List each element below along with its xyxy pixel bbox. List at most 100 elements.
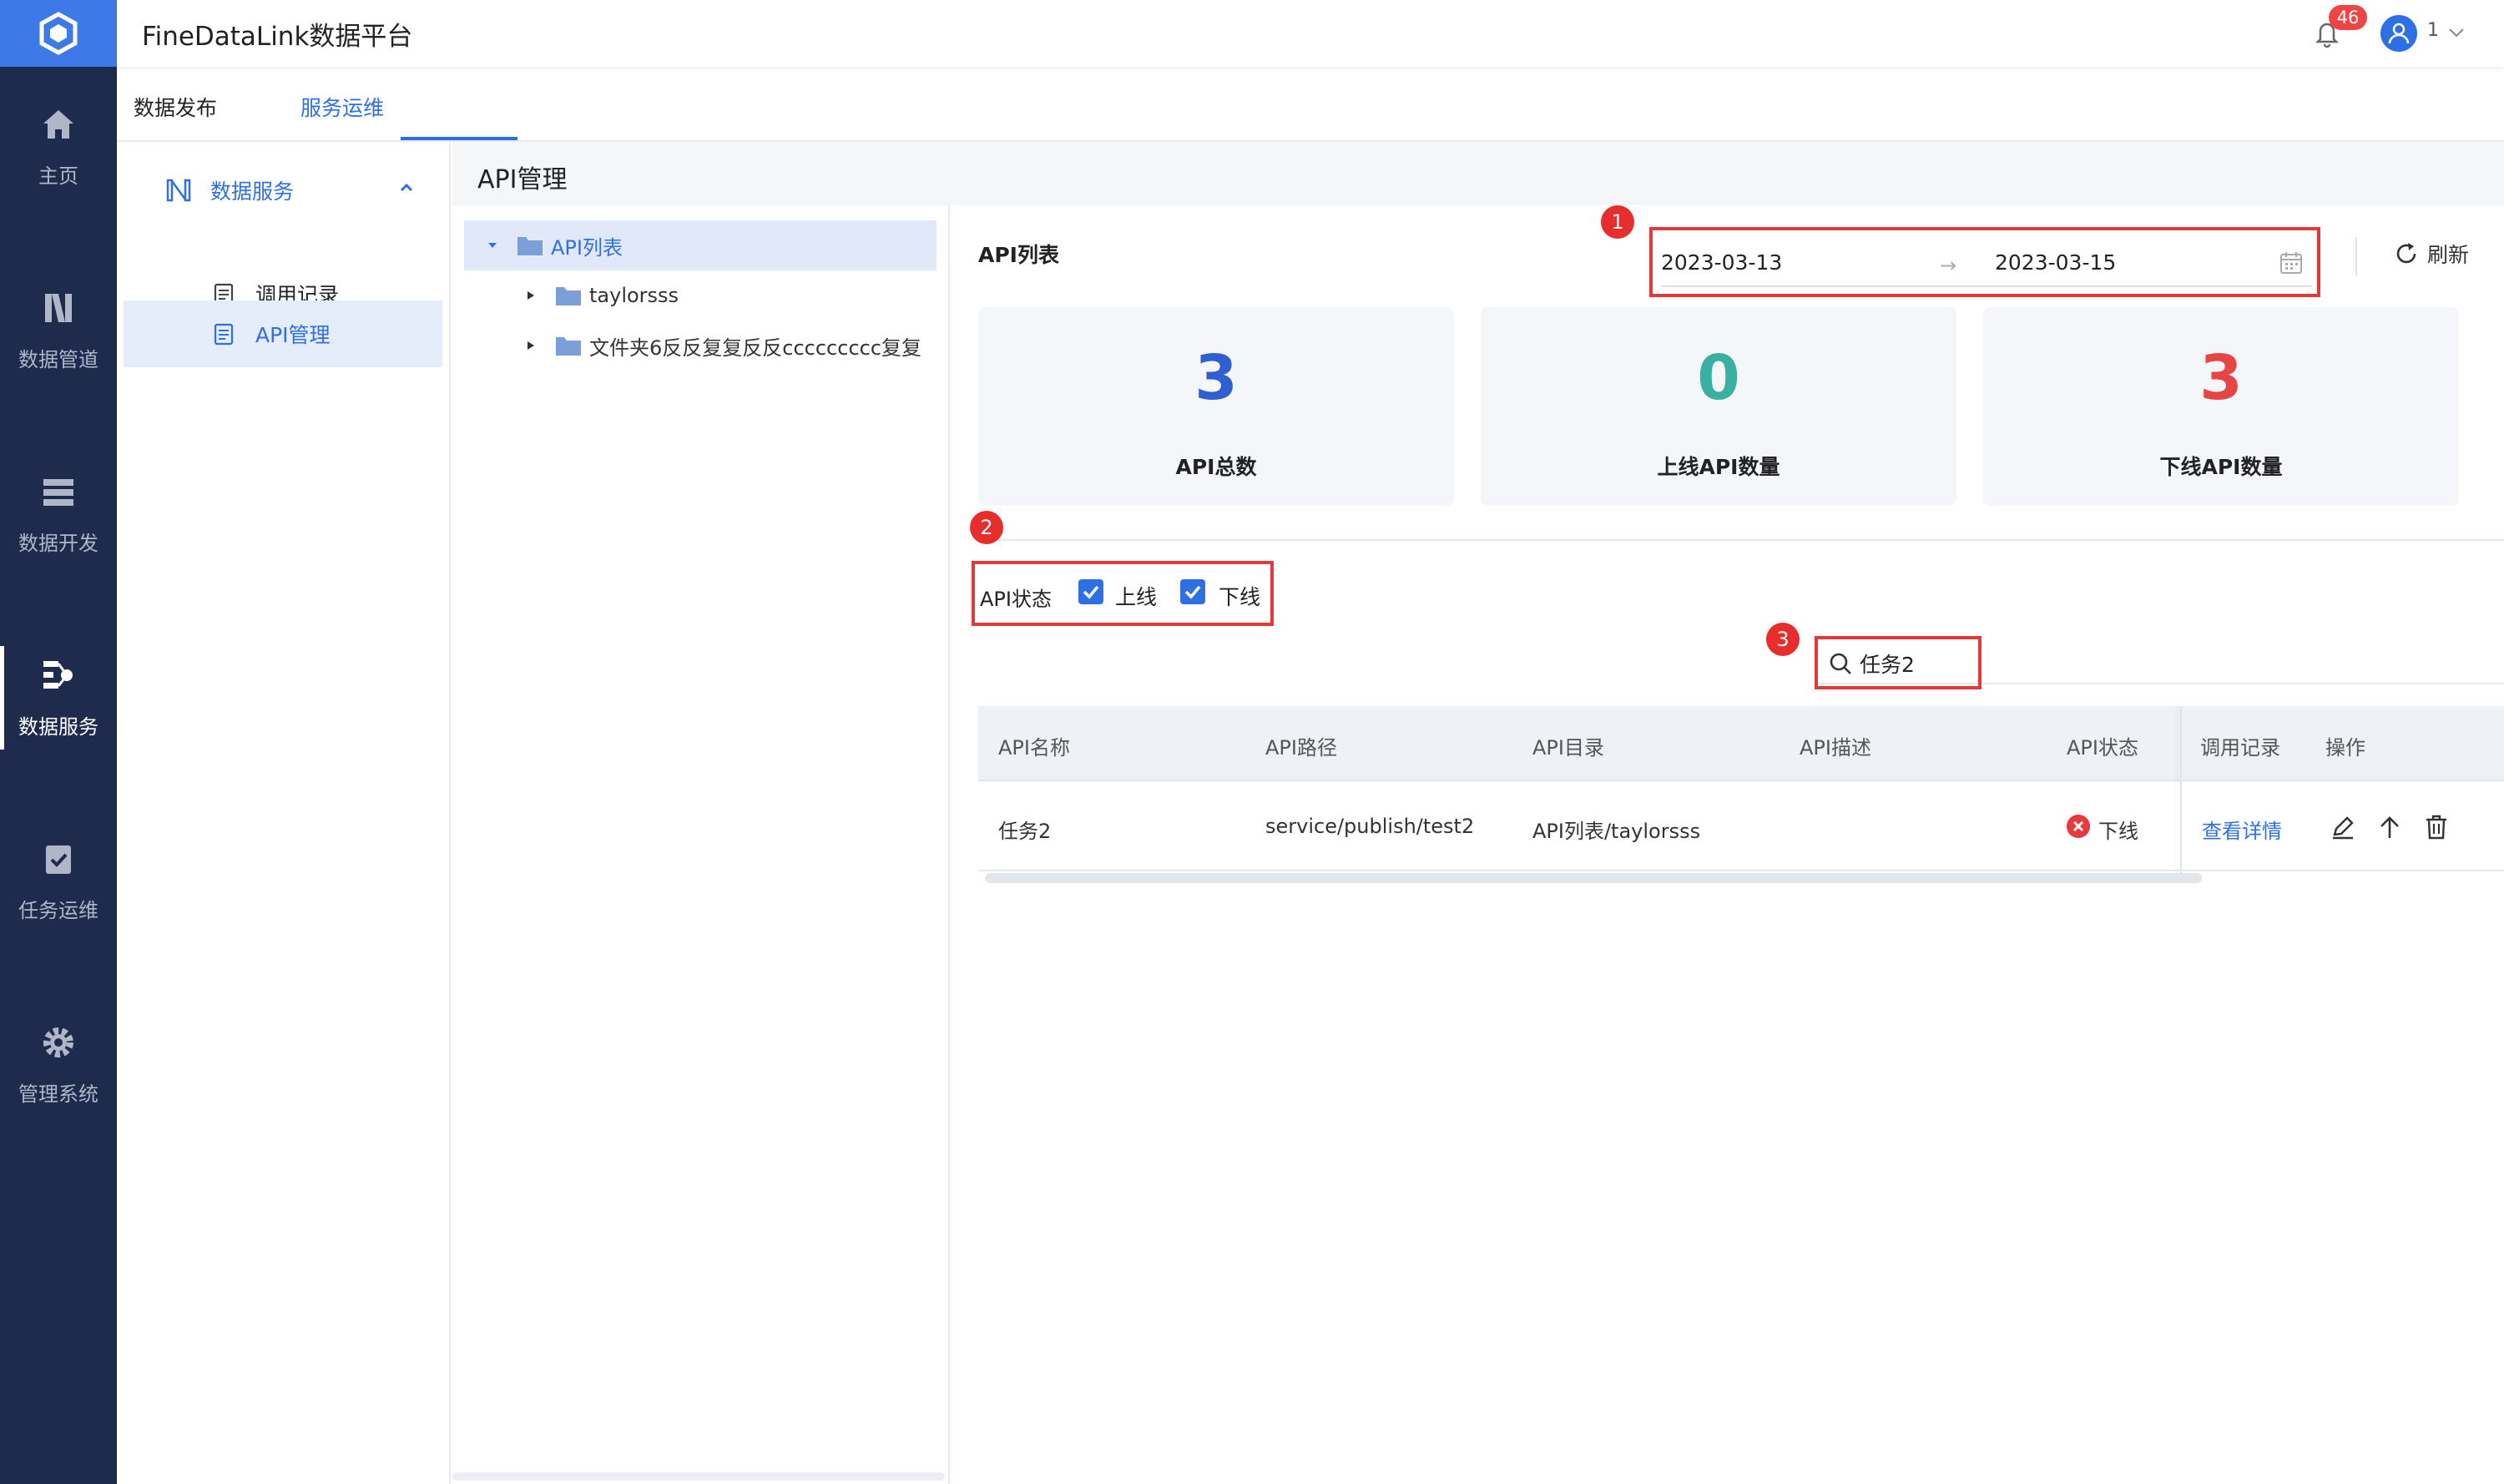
date-arrow: →	[1940, 254, 1957, 277]
calendar-icon[interactable]	[2279, 250, 2304, 275]
column-header-path: API路径	[1265, 736, 1337, 760]
list-doc-icon	[214, 323, 234, 346]
nav-label: 主页	[38, 164, 78, 188]
api-list-panel: API列表 1 2023-03-13 → 2023-03-15 刷新 3 API…	[952, 205, 2504, 1484]
table-horizontal-scrollbar[interactable]	[985, 873, 2202, 883]
notification-badge: 46	[2329, 5, 2367, 30]
status-filter-highlight: API状态 上线 下线	[972, 561, 1274, 626]
nav-item-ops[interactable]: 任务运维	[0, 815, 117, 948]
cell-status: 下线	[2098, 820, 2138, 843]
column-header-actions: 操作	[2325, 736, 2365, 760]
status-filter-label: API状态	[980, 588, 1052, 611]
top-tabs: 数据发布 服务运维	[117, 67, 2504, 142]
caret-right-icon	[528, 341, 534, 350]
header-separator	[2355, 237, 2357, 275]
view-details-link[interactable]: 查看详情	[2202, 815, 2282, 844]
nav-item-home[interactable]: 主页	[0, 80, 117, 214]
secondary-sidebar: 数据服务 调用记录 API管理	[117, 142, 451, 1484]
online-checkbox[interactable]	[1078, 579, 1103, 604]
nav-label: 管理系统	[18, 1082, 98, 1106]
annotation-marker-1: 1	[1601, 205, 1634, 239]
column-header-status: API状态	[2067, 736, 2138, 760]
left-nav: 主页 数据管道 数据开发 数据服务 任务运维 管理系统	[0, 0, 117, 1484]
date-range-picker[interactable]: 2023-03-13 → 2023-03-15	[1661, 237, 2312, 287]
stat-card-online: 0 上线API数量	[1481, 307, 1956, 506]
nav-item-service[interactable]: 数据服务	[0, 631, 117, 765]
fixed-column-divider	[2180, 706, 2182, 873]
nav-label: 数据管道	[18, 347, 98, 371]
pipeline-icon	[45, 293, 72, 322]
stat-card-total: 3 API总数	[978, 307, 1454, 506]
app-logo[interactable]	[0, 0, 117, 67]
user-name: 1	[2427, 20, 2439, 41]
stat-total-label: API总数	[1175, 455, 1257, 479]
offline-checkbox[interactable]	[1180, 579, 1205, 604]
publish-up-icon[interactable]	[2375, 813, 2404, 841]
tab-service-ops[interactable]: 服务运维	[300, 92, 384, 122]
clipboard-check-icon	[46, 845, 71, 874]
delete-icon[interactable]	[2422, 813, 2451, 841]
top-header: FineDataLink数据平台 46 1	[117, 0, 2504, 67]
annotation-marker-2: 2	[970, 511, 1003, 544]
home-icon	[43, 109, 73, 139]
sidebar-item-label: API管理	[255, 323, 331, 347]
tree-node-taylorsss[interactable]: taylorsss	[524, 270, 679, 321]
cell-name: 任务2	[998, 820, 1052, 843]
app-title: FineDataLink数据平台	[142, 22, 413, 52]
table-row[interactable]: 任务2 service/publish/test2 API列表/taylorss…	[978, 783, 2504, 871]
section-divider	[978, 539, 2504, 541]
api-list-title: API列表	[978, 243, 1059, 267]
search-icon	[1830, 653, 1851, 674]
page-title: API管理	[477, 165, 568, 194]
nav-label: 任务运维	[18, 898, 98, 922]
tree-horizontal-scrollbar[interactable]	[452, 1472, 945, 1481]
column-header-desc: API描述	[1800, 736, 1871, 760]
edit-icon[interactable]	[2329, 813, 2357, 841]
logo-icon	[39, 12, 78, 55]
date-range-highlight: 2023-03-13 → 2023-03-15	[1649, 227, 2320, 297]
refresh-label: 刷新	[2427, 243, 2470, 267]
nav-item-pipeline[interactable]: 数据管道	[0, 264, 117, 397]
table-header: API名称 API路径 API目录 API描述 API状态 调用记录 操作	[978, 706, 2504, 781]
column-header-dir: API目录	[1532, 736, 1604, 760]
column-header-record: 调用记录	[2200, 736, 2280, 760]
cell-path: service/publish/test2	[1265, 815, 1475, 838]
chevron-down-icon[interactable]	[2446, 22, 2467, 43]
chevron-up-icon[interactable]	[396, 177, 417, 199]
dev-icon	[43, 478, 73, 506]
stat-online-value: 0	[1697, 342, 1740, 414]
date-start[interactable]: 2023-03-13	[1661, 250, 1782, 275]
tab-active-indicator	[401, 137, 517, 140]
tree-node-label: 文件夹6反反复复反反ccccccccc复复	[589, 336, 922, 360]
tree-node-folder6[interactable]: 文件夹6反反复复反反ccccccccc复复	[524, 321, 921, 371]
annotation-marker-3: 3	[1766, 623, 1800, 656]
nav-item-dev[interactable]: 数据开发	[0, 447, 117, 581]
sidebar-group-data-service[interactable]: 数据服务	[165, 165, 294, 215]
stat-total-value: 3	[1194, 342, 1238, 414]
service-icon	[43, 660, 73, 689]
search-highlight	[1815, 636, 1981, 689]
gear-icon	[43, 1027, 73, 1057]
stat-online-label: 上线API数量	[1657, 455, 1780, 479]
cell-dir: API列表/taylorsss	[1532, 820, 1701, 843]
refresh-icon	[2396, 243, 2416, 264]
check-icon	[1083, 585, 1099, 599]
offline-checkbox-label: 下线	[1219, 585, 1261, 609]
service-group-icon	[166, 179, 191, 202]
refresh-button[interactable]: 刷新	[2394, 239, 2469, 269]
tree-node-root[interactable]: API列表	[464, 220, 936, 270]
sidebar-item-api-management[interactable]: API管理	[124, 300, 442, 367]
search-input[interactable]	[1860, 648, 1976, 679]
check-icon	[1184, 585, 1201, 599]
tab-data-publish[interactable]: 数据发布	[134, 92, 217, 122]
caret-right-icon	[528, 291, 534, 300]
sidebar-group-label: 数据服务	[210, 179, 295, 204]
content-header: API管理	[452, 142, 2504, 205]
avatar[interactable]	[2380, 15, 2417, 52]
nav-label: 数据开发	[18, 531, 98, 555]
online-checkbox-label: 上线	[1115, 585, 1158, 609]
date-end[interactable]: 2023-03-15	[1995, 250, 2116, 275]
stat-offline-label: 下线API数量	[2159, 455, 2283, 479]
nav-item-admin[interactable]: 管理系统	[0, 998, 117, 1132]
tree-node-label: API列表	[551, 235, 623, 260]
